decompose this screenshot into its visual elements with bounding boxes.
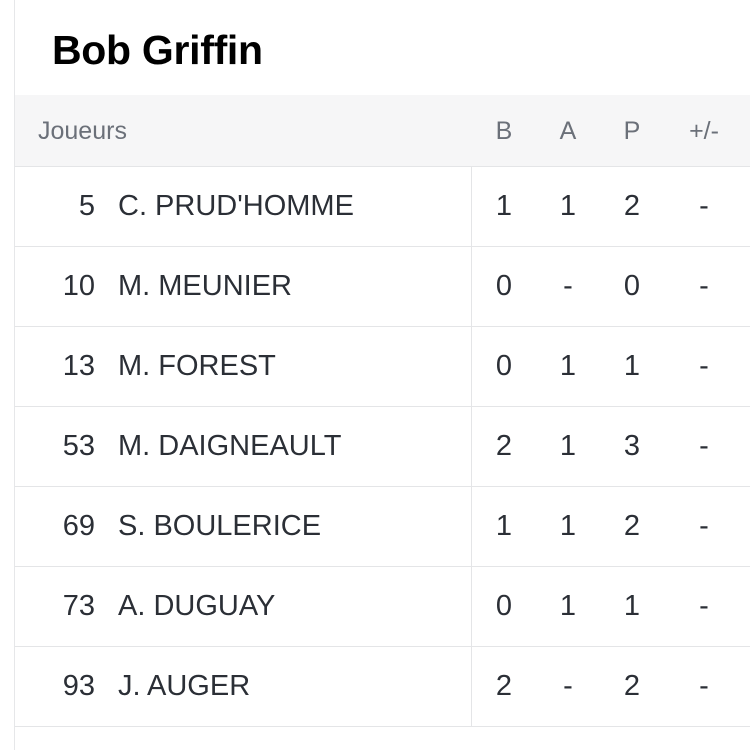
player-number: 73	[62, 590, 95, 622]
player-points: 3	[623, 430, 641, 462]
table-row: 69 S. BOULERICE 1 1 2 -	[15, 487, 750, 567]
page: Bob Griffin Joueurs B A P +/- 5 C. PRUD'…	[0, 0, 750, 750]
player-plus-minus: -	[699, 510, 709, 542]
player-points: 1	[623, 590, 641, 622]
player-plus-minus: -	[699, 590, 709, 622]
table-row: 10 M. MEUNIER 0 - 0 -	[15, 247, 750, 327]
player-number: 13	[62, 350, 95, 382]
table-trailing-space	[15, 727, 750, 750]
player-assists: -	[563, 670, 573, 702]
column-divider	[471, 327, 472, 407]
player-name: M. FOREST	[118, 350, 276, 382]
header-players: Joueurs	[38, 117, 127, 145]
header-plus-minus: +/-	[689, 117, 719, 145]
header-goals: B	[495, 117, 513, 145]
player-assists: 1	[559, 190, 577, 222]
player-name: S. BOULERICE	[118, 510, 322, 542]
player-assists: 1	[559, 350, 577, 382]
column-divider	[471, 647, 472, 727]
table-row: 13 M. FOREST 0 1 1 -	[15, 327, 750, 407]
player-plus-minus: -	[699, 430, 709, 462]
player-name: M. MEUNIER	[118, 270, 292, 302]
table-row: 73 A. DUGUAY 0 1 1 -	[15, 567, 750, 647]
player-name: A. DUGUAY	[118, 590, 276, 622]
team-title: Bob Griffin	[52, 27, 263, 73]
column-divider	[471, 247, 472, 327]
player-number: 93	[62, 670, 95, 702]
player-plus-minus: -	[699, 670, 709, 702]
header-assists: A	[559, 117, 577, 145]
table-row: 93 J. AUGER 2 - 2 -	[15, 647, 750, 727]
header-points: P	[623, 117, 641, 145]
player-points: 2	[623, 510, 641, 542]
player-assists: 1	[559, 430, 577, 462]
player-goals: 0	[495, 590, 513, 622]
column-divider	[471, 567, 472, 647]
player-number: 10	[62, 270, 95, 302]
player-goals: 1	[495, 510, 513, 542]
player-number: 53	[62, 430, 95, 462]
table-header-row: Joueurs B A P +/-	[15, 95, 750, 167]
player-number: 5	[78, 190, 95, 222]
column-divider	[471, 407, 472, 487]
player-goals: 1	[495, 190, 513, 222]
player-goals: 0	[495, 270, 513, 302]
player-name: M. DAIGNEAULT	[118, 430, 342, 462]
player-plus-minus: -	[699, 270, 709, 302]
player-goals: 2	[495, 670, 513, 702]
player-goals: 0	[495, 350, 513, 382]
player-points: 0	[623, 270, 641, 302]
player-name: J. AUGER	[118, 670, 251, 702]
player-number: 69	[62, 510, 95, 542]
column-divider	[471, 167, 472, 247]
table-row: 5 C. PRUD'HOMME 1 1 2 -	[15, 167, 750, 247]
player-assists: 1	[559, 510, 577, 542]
player-points: 2	[623, 190, 641, 222]
player-plus-minus: -	[699, 190, 709, 222]
column-divider	[471, 487, 472, 567]
player-plus-minus: -	[699, 350, 709, 382]
player-points: 2	[623, 670, 641, 702]
table-row: 53 M. DAIGNEAULT 2 1 3 -	[15, 407, 750, 487]
player-stats-table: Joueurs B A P +/- 5 C. PRUD'HOMME 1 1 2 …	[15, 95, 750, 750]
player-points: 1	[623, 350, 641, 382]
player-assists: -	[563, 270, 573, 302]
player-goals: 2	[495, 430, 513, 462]
player-name: C. PRUD'HOMME	[118, 190, 354, 222]
player-assists: 1	[559, 590, 577, 622]
